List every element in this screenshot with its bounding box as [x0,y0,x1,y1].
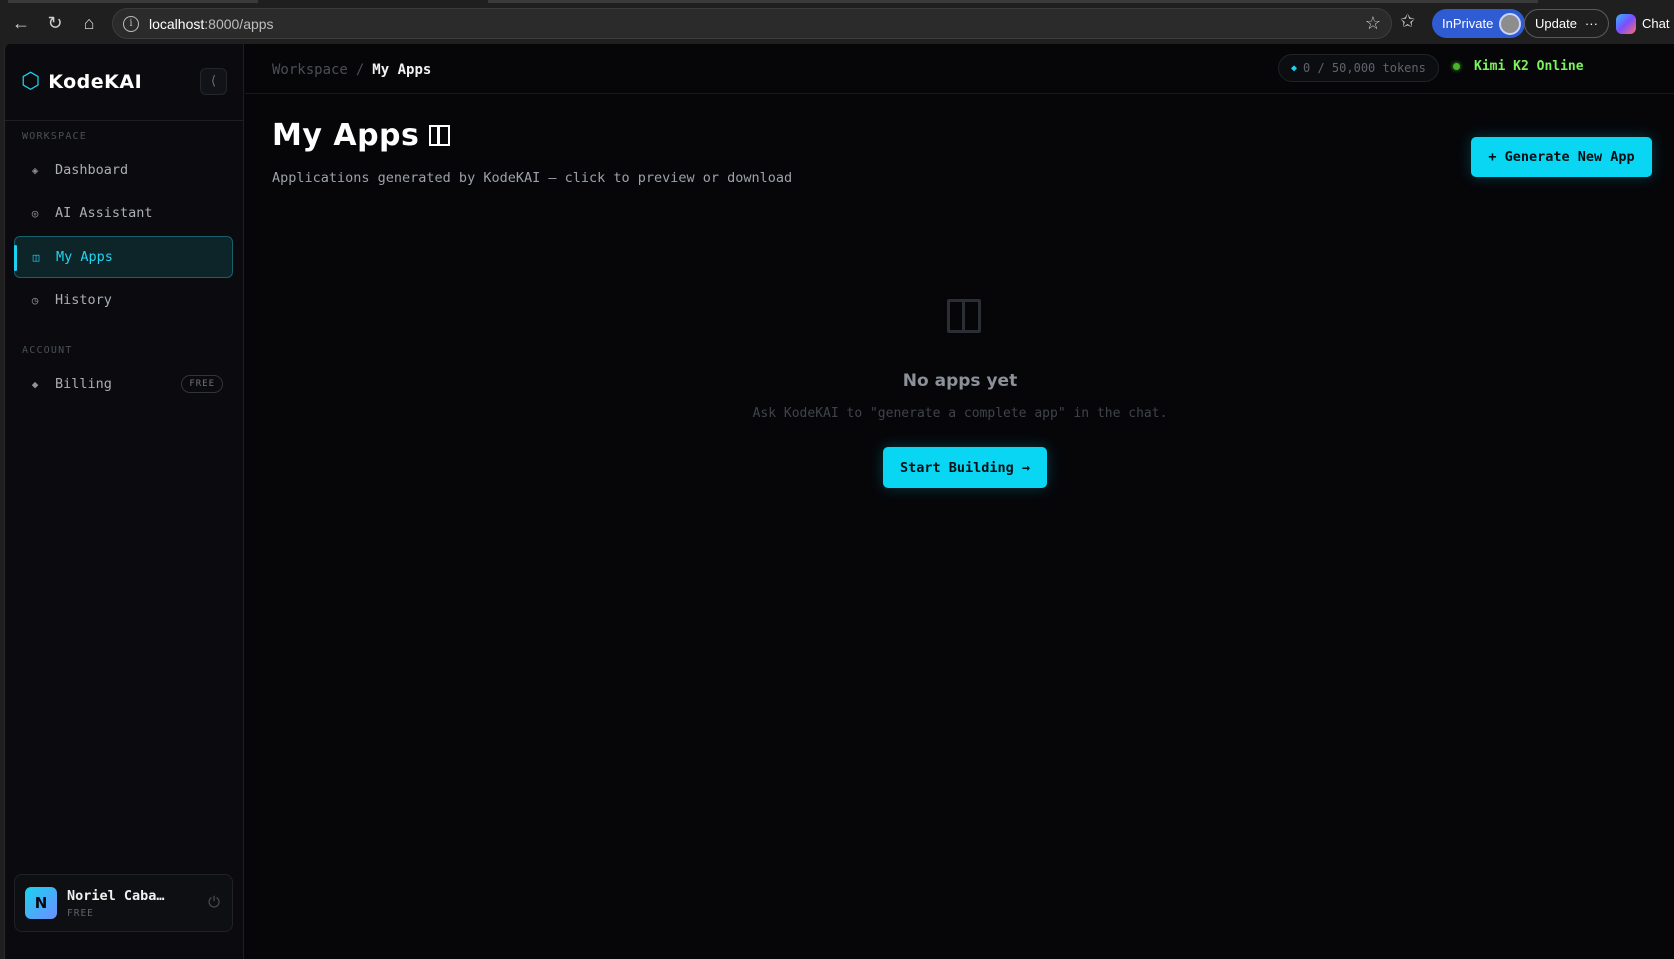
copilot-chat-button[interactable]: Chat [1610,9,1674,38]
inprivate-button[interactable]: InPrivate [1432,9,1526,38]
sidebar-item-label: AI Assistant [55,205,153,221]
sidebar-item-history[interactable]: ◷ History [14,279,233,321]
back-icon[interactable]: ← [8,10,34,36]
sidebar-item-label: History [55,292,112,308]
collapse-sidebar-button[interactable]: ⟨ [200,68,227,95]
main-content: Workspace / My Apps ◆ 0 / 50,000 tokens Ki… [245,44,1674,959]
breadcrumb-workspace[interactable]: Workspace [272,62,348,78]
url-text[interactable]: localhost:8000/apps [149,16,274,32]
sidebar-item-ai-assistant[interactable]: ◎ AI Assistant [14,192,233,234]
tab-indicator [488,0,1538,3]
empty-state-title: No apps yet [902,371,1018,391]
dashboard-icon: ◈ [31,163,39,177]
update-button[interactable]: Update ··· [1524,9,1609,38]
sidebar-item-billing[interactable]: ◆ Billing FREE [14,363,233,405]
chevron-left-icon: ⟨ [209,74,218,89]
assistant-icon: ◎ [31,206,39,220]
tab-indicator [8,0,258,3]
apps-icon: ◫ [32,250,40,264]
breadcrumb: Workspace / My Apps [272,59,431,78]
update-label: Update [1535,16,1577,31]
page-subtitle: Applications generated by KodeKAI — clic… [272,170,793,186]
online-dot-icon [1453,63,1460,70]
sidebar-item-label: My Apps [56,249,113,265]
copilot-icon [1616,13,1636,34]
start-building-button[interactable]: Start Building → [883,447,1047,488]
profile-avatar [1499,12,1522,35]
browser-toolbar: ← ↻ ⌂ i localhost:8000/apps ☆ ✩ InPrivat… [0,0,1674,46]
more-icon: ··· [1584,16,1598,31]
token-diamond-icon: ◆ [1291,62,1298,74]
empty-state-hint: Ask KodeKAI to "generate a complete app"… [752,406,1168,421]
clock-icon: ◷ [31,293,39,307]
home-icon[interactable]: ⌂ [76,10,102,36]
page-title-text: My Apps [272,118,420,153]
user-plan: FREE [67,907,94,919]
reload-icon[interactable]: ↻ [42,10,68,36]
sidebar-item-label: Dashboard [55,162,129,178]
breadcrumb-separator: / [355,62,365,78]
plan-badge: FREE [181,375,223,393]
sidebar: ⬡ KodeKAI ⟨ WORKSPACE ◈ Dashboard ◎ AI A… [5,44,244,959]
favorites-icon[interactable]: ✩ [1400,11,1415,32]
model-status: Kimi K2 Online [1453,59,1584,74]
brand: ⬡ KodeKAI ⟨ [5,44,243,121]
diamond-icon: ◆ [31,377,39,391]
model-status-text: Kimi K2 Online [1474,59,1584,74]
user-name: Noriel Caba… [67,887,165,904]
section-label-workspace: WORKSPACE [22,131,87,142]
brand-name: KodeKAI [48,71,143,93]
chat-label: Chat [1642,16,1670,31]
token-usage-text: 0 / 50,000 tokens [1303,61,1426,75]
sidebar-item-dashboard[interactable]: ◈ Dashboard [14,149,233,191]
site-info-icon[interactable]: i [123,15,139,32]
topbar: Workspace / My Apps ◆ 0 / 50,000 tokens Ki… [245,44,1674,94]
generate-new-app-button[interactable]: + Generate New App [1471,137,1652,177]
token-usage-pill: ◆ 0 / 50,000 tokens [1278,54,1439,82]
apps-title-icon [429,125,451,146]
section-label-account: ACCOUNT [22,345,73,356]
page-title: My Apps [272,118,451,153]
empty-apps-icon [947,299,981,333]
logo-hexagon-icon: ⬡ [21,69,41,94]
app-window: ⬡ KodeKAI ⟨ WORKSPACE ◈ Dashboard ◎ AI A… [4,44,1674,959]
inprivate-label: InPrivate [1442,16,1494,31]
address-bar[interactable]: i localhost:8000/apps ☆ [112,8,1392,39]
logout-power-icon[interactable]: ⏻ [208,893,220,911]
add-favorite-icon[interactable]: ☆ [1365,13,1381,34]
sidebar-item-label: Billing [55,376,112,392]
avatar: N [25,887,57,919]
sidebar-item-my-apps[interactable]: ◫ My Apps [14,236,233,278]
user-card[interactable]: N Noriel Caba… FREE ⏻ [14,874,233,932]
breadcrumb-current: My Apps [372,62,432,78]
